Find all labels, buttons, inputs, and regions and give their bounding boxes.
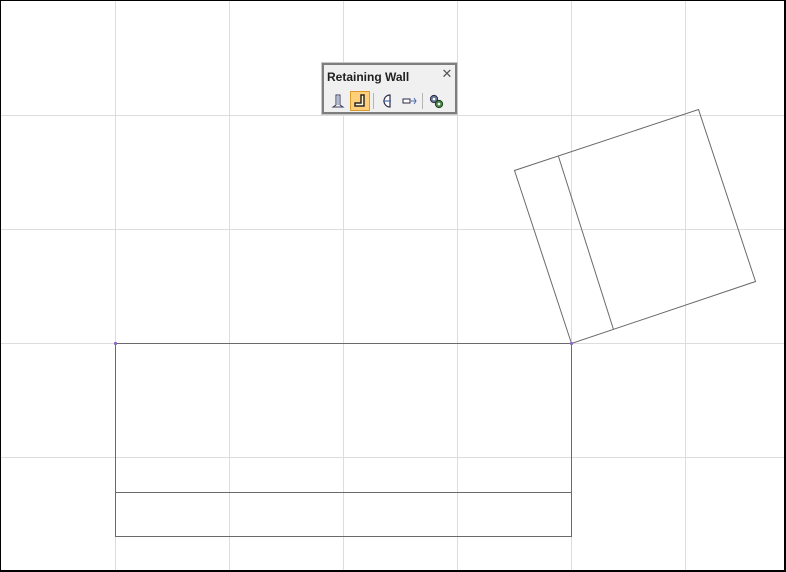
wall-elevation-button[interactable] (328, 91, 348, 111)
settings-gears-button[interactable] (426, 91, 446, 111)
half-circle-end-button[interactable] (377, 91, 397, 111)
extend-arrow-button[interactable] (399, 91, 419, 111)
wall-profile-button[interactable] (350, 90, 370, 111)
half-circle-end-icon (383, 93, 391, 108)
settings-gears-icon (429, 94, 444, 108)
toolbar-buttons (328, 90, 448, 111)
wall-geometry[interactable] (113, 108, 757, 537)
drawing-canvas[interactable]: Retaining Wall ✕ (0, 0, 786, 572)
toolbar-title: Retaining Wall (327, 70, 410, 84)
wall-elevation-icon (331, 94, 345, 107)
rotated-wall-outline[interactable] (513, 108, 757, 345)
toolbar-separator (373, 92, 374, 109)
extend-arrow-icon (402, 97, 417, 104)
retaining-wall-toolbar[interactable]: Retaining Wall ✕ (322, 63, 457, 114)
toolbar-separator (422, 92, 423, 109)
rotated-wall-inner-line[interactable] (558, 156, 614, 330)
wall-profile-icon (354, 93, 365, 107)
vertex-point[interactable] (569, 341, 574, 346)
vertex-point[interactable] (113, 341, 118, 346)
close-icon[interactable]: ✕ (440, 68, 454, 82)
